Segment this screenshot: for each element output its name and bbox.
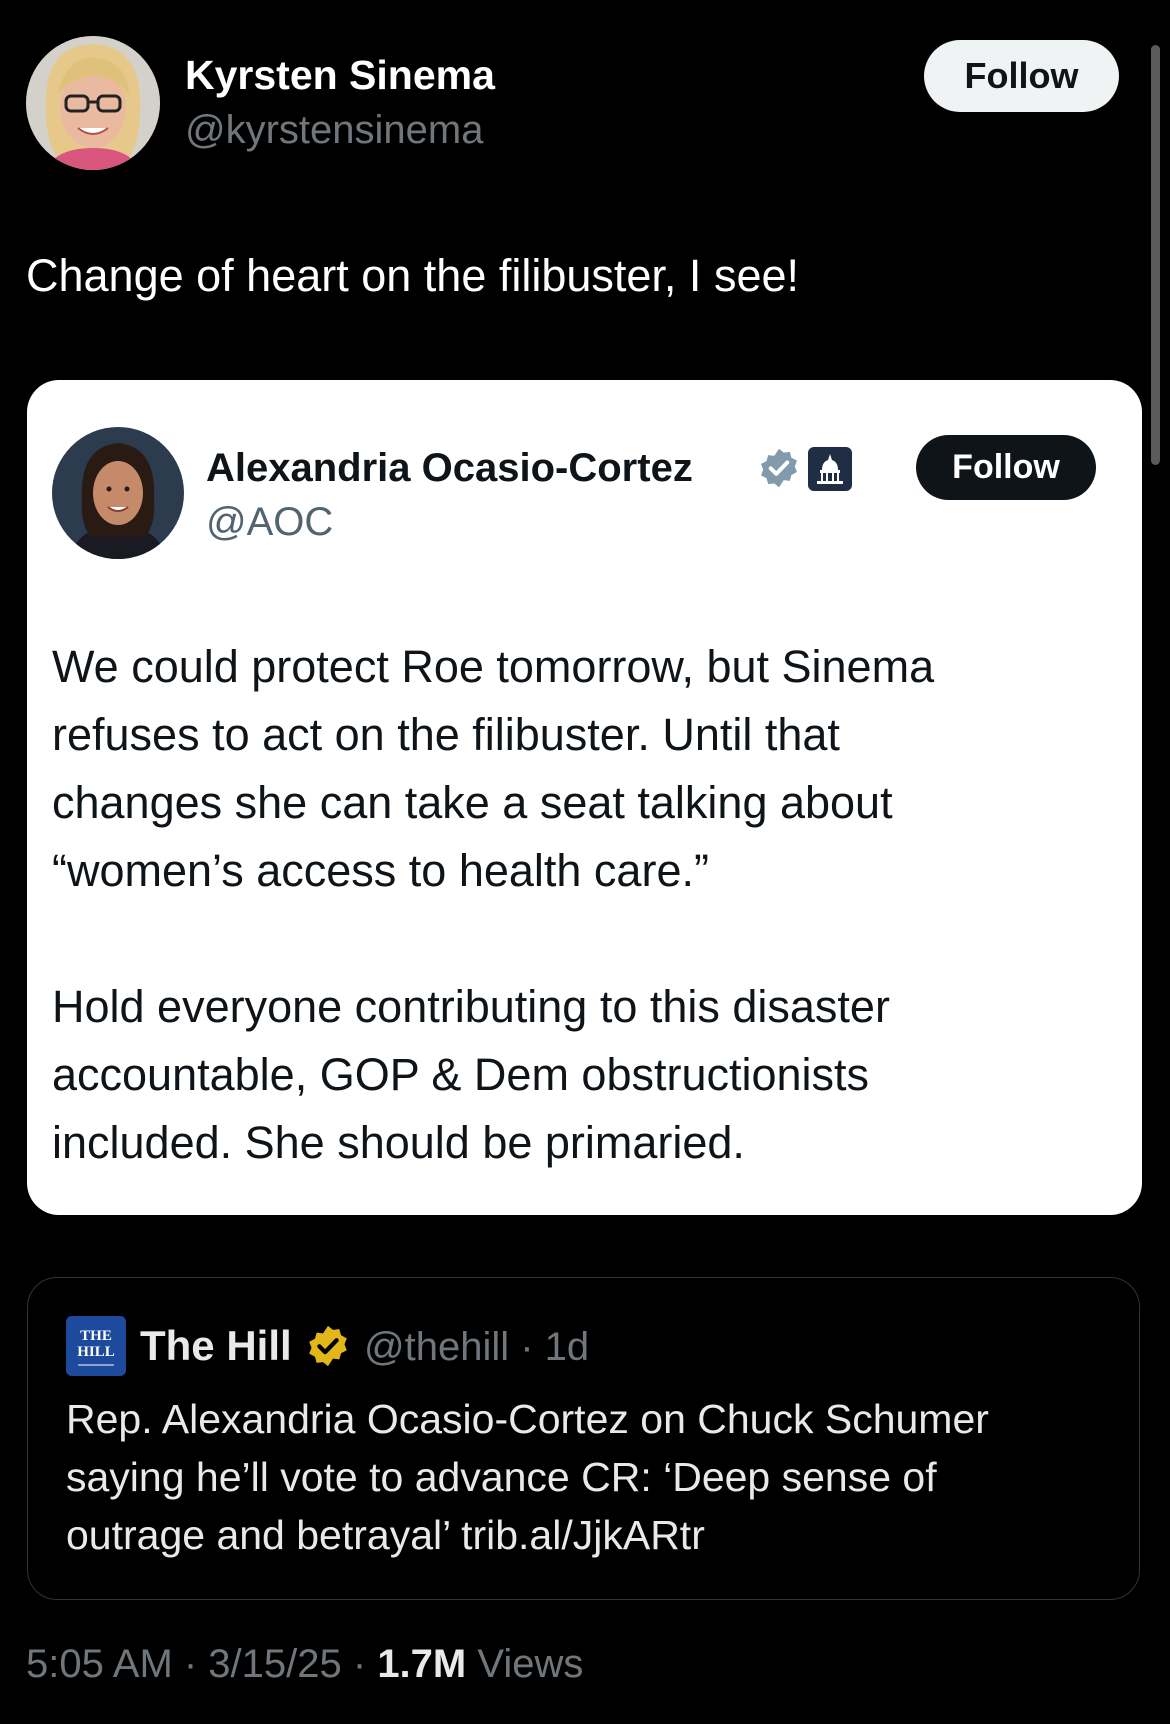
follow-button[interactable]: Follow bbox=[924, 40, 1119, 112]
embedded-author-handle: @AOC bbox=[206, 500, 334, 544]
quoted-handle-time[interactable]: @thehill · 1d bbox=[364, 1325, 589, 1370]
quoted-author-name[interactable]: The Hill bbox=[140, 1322, 292, 1370]
profile-photo-icon bbox=[52, 427, 184, 559]
text-line: included. She should be primaried. bbox=[52, 1117, 745, 1168]
tweet-text: Change of heart on the filibuster, I see… bbox=[26, 250, 799, 301]
author-name[interactable]: Kyrsten Sinema bbox=[185, 52, 495, 99]
verified-badge-icon bbox=[757, 446, 801, 490]
embedded-tweet-paragraph-1: We could protect Roe tomorrow, but Sinem… bbox=[52, 633, 1122, 905]
embedded-follow-button: Follow bbox=[916, 435, 1096, 500]
svg-text:THE: THE bbox=[80, 1328, 112, 1344]
text-line: “women’s access to health care.” bbox=[52, 845, 709, 896]
verified-gold-badge-icon bbox=[305, 1323, 351, 1369]
text-line: saying he’ll vote to advance CR: ‘Deep s… bbox=[66, 1454, 937, 1500]
author-avatar[interactable] bbox=[26, 36, 160, 170]
views-count: 1.7M bbox=[377, 1642, 467, 1686]
scrollbar[interactable] bbox=[1151, 45, 1160, 465]
embedded-author-name: Alexandria Ocasio-Cortez bbox=[206, 446, 693, 490]
profile-photo-icon bbox=[26, 36, 160, 170]
capitol-building-icon bbox=[807, 446, 853, 492]
author-handle[interactable]: @kyrstensinema bbox=[185, 108, 483, 153]
text-line: We could protect Roe tomorrow, but Sinem… bbox=[52, 641, 935, 692]
text-line: Rep. Alexandria Ocasio-Cortez on Chuck S… bbox=[66, 1396, 989, 1442]
the-hill-logo-icon[interactable]: THE HILL bbox=[66, 1316, 126, 1376]
text-line: accountable, GOP & Dem obstructionists bbox=[52, 1049, 870, 1100]
text-line: Hold everyone contributing to this disas… bbox=[52, 981, 890, 1032]
text-line: changes she can take a seat talking abou… bbox=[52, 777, 893, 828]
embedded-author-avatar bbox=[52, 427, 184, 559]
embedded-tweet-paragraph-2: Hold everyone contributing to this disas… bbox=[52, 973, 1122, 1177]
quoted-tweet-text: Rep. Alexandria Ocasio-Cortez on Chuck S… bbox=[66, 1390, 989, 1564]
tweet-metadata: 5:05 AM · 3/15/25 · 1.7M Views bbox=[26, 1642, 583, 1687]
svg-text:HILL: HILL bbox=[77, 1344, 115, 1360]
text-line: refuses to act on the filibuster. Until … bbox=[52, 709, 840, 760]
views-label: Views bbox=[477, 1642, 584, 1686]
timestamp[interactable]: 5:05 AM · 3/15/25 · bbox=[26, 1642, 377, 1686]
text-line: outrage and betrayal’ trib.al/JjkARtr bbox=[66, 1512, 705, 1558]
